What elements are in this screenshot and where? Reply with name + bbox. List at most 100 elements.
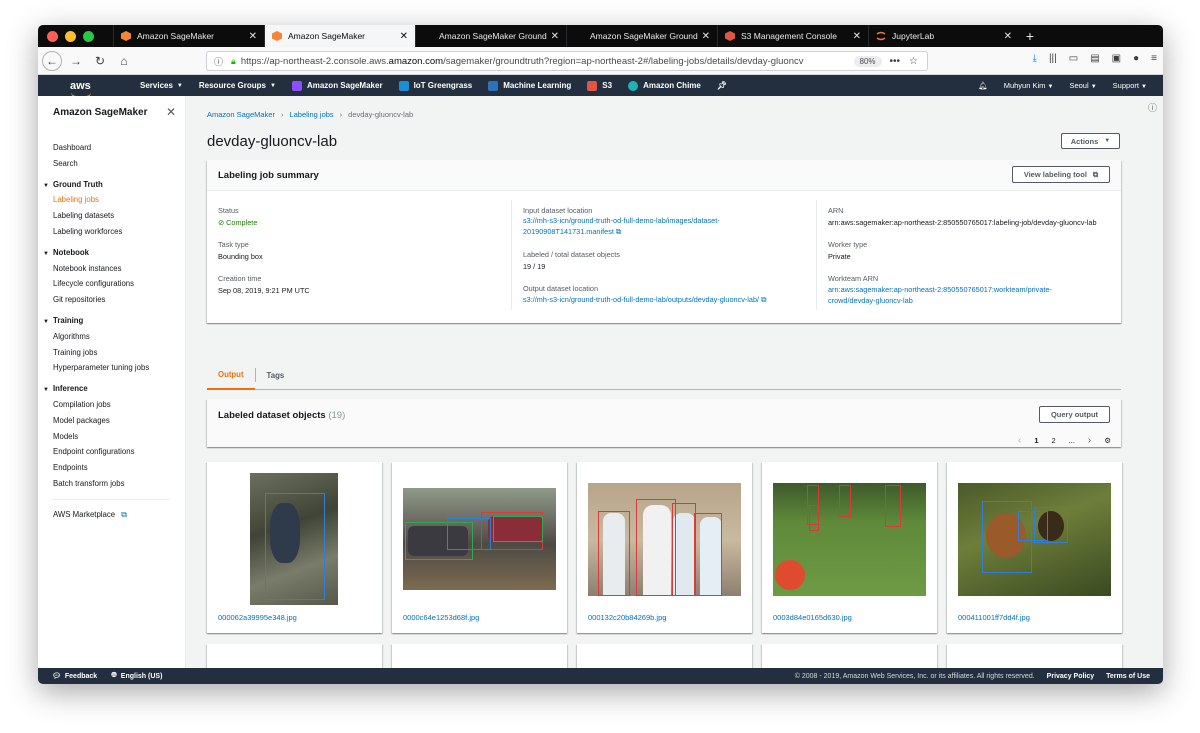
help-info-icon[interactable]: ⓘ xyxy=(1148,101,1157,114)
feedback-link[interactable]: 💬︎ Feedback xyxy=(52,672,97,681)
dataset-image[interactable] xyxy=(403,488,556,590)
library-icon[interactable]: ||| xyxy=(1049,53,1057,64)
maximize-window-button[interactable] xyxy=(83,30,94,42)
menu-icon[interactable]: ≡ xyxy=(1151,53,1157,64)
reload-button[interactable]: ↻ xyxy=(90,51,110,71)
container-icon[interactable]: ▣ xyxy=(1112,53,1121,64)
close-tab-icon[interactable]: ✕ xyxy=(853,31,861,42)
sidebar-item-batch-transform-jobs[interactable]: Batch transform jobs xyxy=(38,476,185,492)
resource-groups-menu[interactable]: Resource Groups ▼ xyxy=(199,81,276,90)
query-output-button[interactable]: Query output xyxy=(1039,406,1110,423)
dataset-object-card[interactable] xyxy=(207,644,382,668)
page-1[interactable]: 1 xyxy=(1034,436,1038,445)
sidebar-item-lifecycle-configurations[interactable]: Lifecycle configurations xyxy=(38,276,185,292)
aws-logo[interactable]: aws xyxy=(70,80,114,98)
support-menu[interactable]: Support ▼ xyxy=(1113,81,1147,90)
sidebar-section-inference[interactable]: ▼ Inference xyxy=(38,381,185,397)
browser-tab[interactable]: Amazon SageMaker Ground Tru ✕ xyxy=(566,25,717,47)
shortcut-greengrass[interactable]: IoT Greengrass xyxy=(398,80,472,91)
sidebar-item-endpoint-configurations[interactable]: Endpoint configurations xyxy=(38,444,185,460)
sidebar-item-compilation-jobs[interactable]: Compilation jobs xyxy=(38,397,185,413)
dataset-object-card[interactable]: 0000c64e1253d68f.jpg xyxy=(392,462,567,633)
close-tab-icon[interactable]: ✕ xyxy=(702,31,710,42)
zoom-level[interactable]: 80% xyxy=(853,55,882,67)
close-window-button[interactable] xyxy=(47,30,58,42)
dataset-file-link[interactable]: 000411001ff7dd4f.jpg xyxy=(958,613,1030,622)
back-button[interactable]: ← xyxy=(42,50,62,71)
tab-tags[interactable]: Tags xyxy=(254,368,296,382)
dataset-file-link[interactable]: 000062a39995e348.jpg xyxy=(218,613,297,622)
dataset-object-card[interactable] xyxy=(392,644,567,668)
sidebar-item-search[interactable]: Search xyxy=(38,156,185,172)
new-tab-button[interactable]: + xyxy=(1019,25,1041,47)
dataset-image[interactable] xyxy=(250,473,338,605)
account-menu[interactable]: Muhyun Kim ▼ xyxy=(1004,81,1054,90)
forward-button[interactable]: → xyxy=(66,51,86,71)
next-page-icon[interactable]: › xyxy=(1088,435,1091,446)
dataset-file-link[interactable]: 0003d84e0165d630.jpg xyxy=(773,613,852,622)
dataset-object-card[interactable] xyxy=(947,644,1122,668)
shortcut-s3[interactable]: S3 xyxy=(587,80,612,91)
tab-output[interactable]: Output xyxy=(207,361,255,390)
dataset-object-card[interactable] xyxy=(577,644,752,668)
breadcrumb-parent[interactable]: Labeling jobs xyxy=(289,110,333,119)
sidebar-item-dashboard[interactable]: Dashboard xyxy=(38,140,185,156)
pin-icon[interactable]: 📌︎ xyxy=(717,81,727,90)
services-menu[interactable]: Services ▼ xyxy=(140,81,183,90)
address-bar[interactable]: ⓘ 🔒︎ https://ap-northeast-2.console.aws.… xyxy=(206,51,928,71)
extension-icon[interactable]: ▤ xyxy=(1090,53,1099,64)
dataset-object-card[interactable]: 000062a39995e348.jpg xyxy=(207,462,382,633)
sidebar-item-labeling-jobs[interactable]: Labeling jobs xyxy=(38,192,185,208)
actions-button[interactable]: Actions ▼ xyxy=(1061,133,1120,149)
close-icon[interactable]: ✕ xyxy=(166,105,176,119)
sidebar-item-models[interactable]: Models xyxy=(38,429,185,445)
sidebar-item-git-repositories[interactable]: Git repositories xyxy=(38,292,185,308)
shortcut-chime[interactable]: Amazon Chime xyxy=(628,80,701,91)
breadcrumb-root[interactable]: Amazon SageMaker xyxy=(207,110,275,119)
sidebar-item-training-jobs[interactable]: Training jobs xyxy=(38,345,185,361)
sidebar-section-training[interactable]: ▼ Training xyxy=(38,313,185,329)
info-icon[interactable]: ⓘ xyxy=(214,55,223,68)
sidebar-section-ground-truth[interactable]: ▼ Ground Truth xyxy=(38,177,185,193)
terms-of-use-link[interactable]: Terms of Use xyxy=(1106,673,1150,680)
sidebar-icon[interactable]: ▭ xyxy=(1069,53,1078,64)
dataset-file-link[interactable]: 000132c20b84269b.jpg xyxy=(588,613,666,622)
sidebar-item-notebook-instances[interactable]: Notebook instances xyxy=(38,261,185,277)
dataset-object-card[interactable]: 000411001ff7dd4f.jpg xyxy=(947,462,1122,633)
browser-tab[interactable]: JupyterLab ✕ xyxy=(868,25,1019,47)
url-text[interactable]: https://ap-northeast-2.console.aws.amazo… xyxy=(241,56,854,67)
privacy-policy-link[interactable]: Privacy Policy xyxy=(1047,673,1094,680)
browser-tab[interactable]: Amazon SageMaker Ground Tru ✕ xyxy=(415,25,566,47)
sidebar-item-aws-marketplace[interactable]: AWS Marketplace ⧉ xyxy=(38,507,185,523)
dataset-file-link[interactable]: 0000c64e1253d68f.jpg xyxy=(403,613,479,622)
sidebar-item-hyperparameter-tuning-jobs[interactable]: Hyperparameter tuning jobs xyxy=(38,360,185,376)
close-tab-icon[interactable]: ✕ xyxy=(400,31,408,42)
close-tab-icon[interactable]: ✕ xyxy=(1004,31,1012,42)
close-tab-icon[interactable]: ✕ xyxy=(249,31,257,42)
dataset-object-card[interactable]: 0003d84e0165d630.jpg xyxy=(762,462,937,633)
page-2[interactable]: 2 xyxy=(1051,436,1055,445)
browser-tab[interactable]: Amazon SageMaker ✕ xyxy=(113,25,264,47)
bookmark-star-icon[interactable]: ☆ xyxy=(909,56,918,67)
minimize-window-button[interactable] xyxy=(65,30,76,42)
browser-tab[interactable]: S3 Management Console ✕ xyxy=(717,25,868,47)
sidebar-item-endpoints[interactable]: Endpoints xyxy=(38,460,185,476)
dataset-object-card[interactable]: 000132c20b84269b.jpg xyxy=(577,462,752,633)
close-tab-icon[interactable]: ✕ xyxy=(551,31,559,42)
dataset-object-card[interactable] xyxy=(762,644,937,668)
language-selector[interactable]: 🌐︎ English (US) xyxy=(111,672,162,680)
view-labeling-tool-button[interactable]: View labeling tool ⧉ xyxy=(1012,166,1110,183)
browser-tab-active[interactable]: Amazon SageMaker ✕ xyxy=(264,25,415,47)
sidebar-item-algorithms[interactable]: Algorithms xyxy=(38,329,185,345)
download-icon[interactable]: ⤓ xyxy=(1033,53,1037,64)
page-actions-icon[interactable]: ••• xyxy=(890,56,901,67)
dataset-image[interactable] xyxy=(588,483,741,596)
sidebar-item-model-packages[interactable]: Model packages xyxy=(38,413,185,429)
sidebar-item-labeling-workforces[interactable]: Labeling workforces xyxy=(38,224,185,240)
input-dataset-link[interactable]: s3://mh-s3-icn/ground-truth-od-full-demo… xyxy=(523,216,720,237)
notifications-bell-icon[interactable]: 🔔︎ xyxy=(978,81,988,90)
output-dataset-link[interactable]: s3://mh-s3-icn/ground-truth-od-full-demo… xyxy=(523,295,766,306)
region-menu[interactable]: Seoul ▼ xyxy=(1069,81,1096,90)
sidebar-section-notebook[interactable]: ▼ Notebook xyxy=(38,245,185,261)
lock-icon[interactable]: 🔒︎ xyxy=(231,56,236,67)
